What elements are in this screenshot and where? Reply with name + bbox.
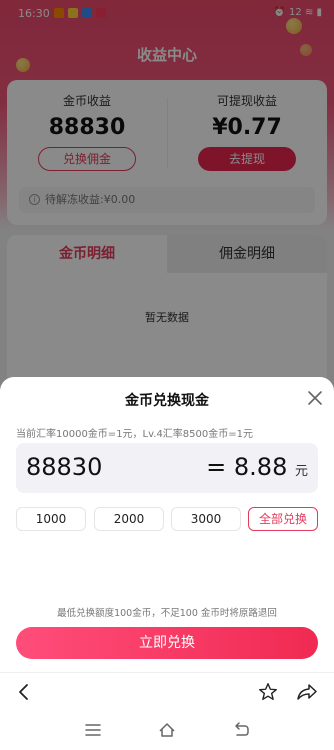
coin-amount-input[interactable]: 88830	[26, 453, 102, 481]
cash-result-unit: 元	[294, 464, 308, 479]
back-arrow-icon[interactable]	[14, 682, 34, 702]
confirm-exchange-button[interactable]: 立即兑换	[16, 627, 318, 659]
home-icon[interactable]	[158, 721, 176, 739]
quick-amount-option[interactable]: 1000	[16, 507, 86, 531]
quick-amount-option[interactable]: 2000	[94, 507, 164, 531]
cash-result-value: = 8.88	[206, 453, 288, 481]
return-icon[interactable]	[232, 721, 250, 739]
amount-box: 88830 = 8.88 元	[16, 443, 318, 493]
browser-toolbar	[0, 672, 334, 710]
share-icon[interactable]	[296, 682, 318, 702]
exchange-rate-text: 当前汇率10000金币=1元，Lv.4汇率8500金币=1元	[16, 429, 253, 440]
close-icon[interactable]	[306, 389, 324, 407]
star-icon[interactable]	[257, 681, 279, 703]
cash-result: = 8.88 元	[206, 453, 308, 481]
system-nav-bar	[0, 710, 334, 750]
quick-amount-option[interactable]: 3000	[171, 507, 241, 531]
exchange-all-button[interactable]: 全部兑换	[248, 507, 318, 531]
sheet-title: 金币兑换现金	[125, 393, 209, 409]
minimum-tip: 最低兑换额度100金币，不足100 金币时将原路退回	[57, 608, 277, 619]
menu-icon[interactable]	[84, 721, 102, 739]
